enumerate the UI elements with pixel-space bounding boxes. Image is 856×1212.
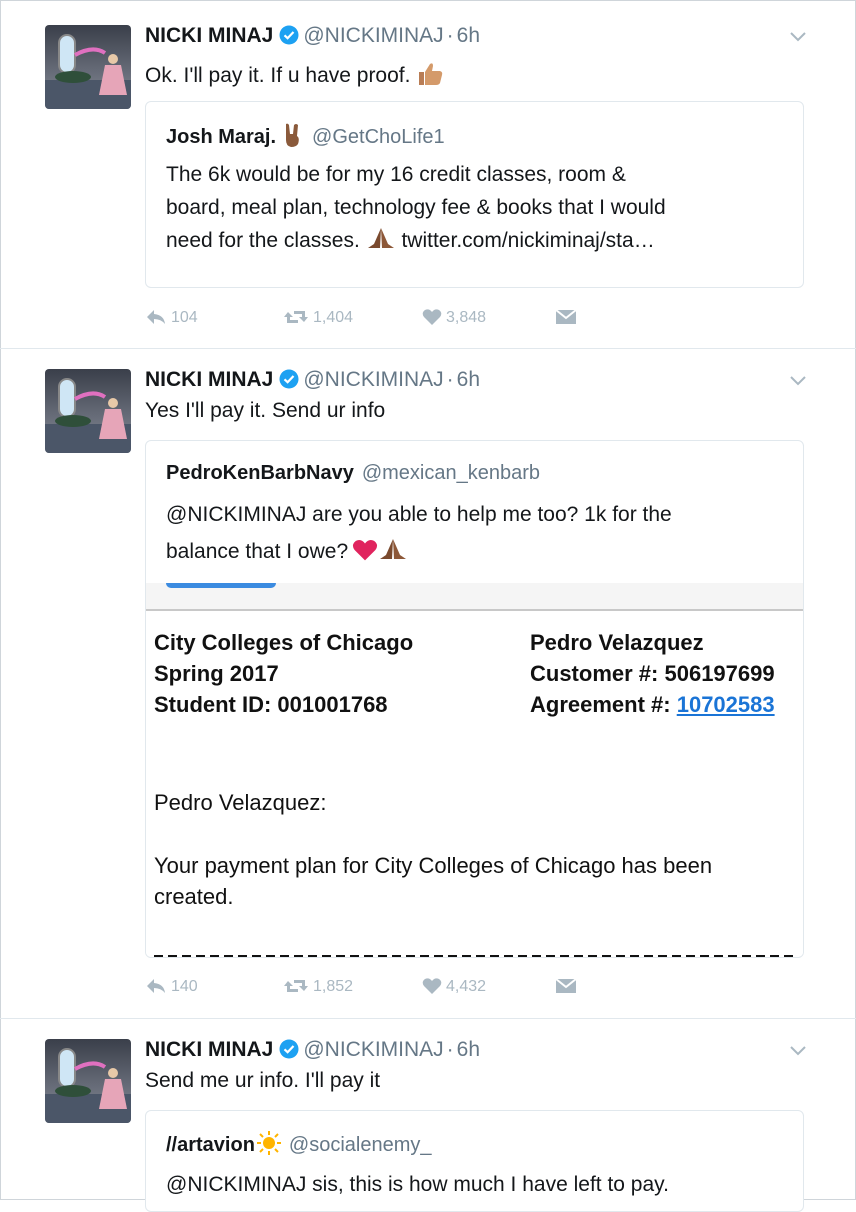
retweet-count: 1,404 — [313, 309, 354, 326]
direct-message-button[interactable] — [555, 977, 581, 996]
document-customer-info: Pedro Velazquez Customer #: 506197699 Ag… — [530, 627, 775, 720]
quoted-tweet[interactable]: PedroKenBarbNavy @mexican_kenbarb @NICKIM… — [145, 440, 804, 958]
heart-icon — [422, 978, 442, 994]
tweet-header: NICKI MINAJ @NICKIMINAJ · 6h — [145, 1038, 480, 1062]
quoted-header: //artavion @socialenemy_ — [166, 1131, 432, 1157]
tweet-header: NICKI MINAJ @NICKIMINAJ · 6h — [145, 24, 480, 48]
sun-icon — [256, 1131, 281, 1155]
quoted-line: balance that I owe? — [166, 540, 349, 563]
red-heart-icon — [353, 540, 378, 561]
customer-number-label: Customer #: — [530, 661, 659, 686]
rock-on-hand-icon — [286, 123, 299, 147]
customer-name: Pedro Velazquez — [530, 630, 704, 655]
author-name[interactable]: NICKI MINAJ — [145, 368, 273, 391]
quoted-header: Josh Maraj. @GetChoLife1 — [166, 122, 445, 149]
like-button[interactable]: 3,848 — [422, 308, 486, 327]
folded-hands-icon — [367, 228, 394, 248]
quoted-tweet[interactable]: //artavion @socialenemy_ @NICKIMINAJ sis,… — [145, 1110, 804, 1212]
retweet-icon — [284, 311, 308, 323]
tweet-actions: 104 1,404 3,848 — [145, 308, 745, 332]
envelope-icon — [555, 978, 577, 993]
reply-count: 140 — [171, 978, 198, 995]
document-greeting: Pedro Velazquez: — [154, 790, 327, 815]
reply-count: 104 — [171, 309, 198, 326]
quoted-line: board, meal plan, technology fee & books… — [166, 196, 666, 219]
document-school-info: City Colleges of Chicago Spring 2017 Stu… — [154, 627, 413, 720]
tweet-actions: 140 1,852 4,432 — [145, 977, 745, 1001]
author-handle[interactable]: @NICKIMINAJ — [303, 24, 443, 47]
like-count: 3,848 — [446, 309, 487, 326]
quoted-author-handle: @socialenemy_ — [288, 1134, 432, 1156]
document-toolbar — [146, 583, 803, 611]
avatar[interactable] — [45, 369, 131, 453]
quoted-author-name: PedroKenBarbNavy — [166, 462, 354, 484]
tweet-text: Ok. I'll pay it. If u have proof. — [145, 61, 444, 88]
tweet-text: Yes I'll pay it. Send ur info — [145, 399, 386, 422]
separator-dot: · — [446, 368, 454, 391]
direct-message-button[interactable] — [555, 308, 581, 327]
retweet-button[interactable]: 1,404 — [283, 308, 353, 327]
tweet[interactable]: NICKI MINAJ @NICKIMINAJ · 6h Send me ur inf… — [0, 1019, 856, 1212]
agreement-number-label: Agreement #: — [530, 692, 671, 717]
quoted-link[interactable]: twitter.com/nickiminaj/sta… — [401, 229, 654, 252]
tweet-text-body: Ok. I'll pay it. If u have proof. — [145, 64, 411, 87]
quoted-line: The 6k would be for my 16 credit classes… — [166, 163, 626, 186]
verified-badge-icon — [279, 1039, 299, 1059]
reply-button[interactable]: 140 — [145, 977, 198, 996]
quoted-author-name: Josh Maraj. — [166, 126, 277, 148]
like-button[interactable]: 4,432 — [422, 977, 486, 996]
quoted-text: The 6k would be for my 16 credit classes… — [166, 158, 786, 257]
author-handle[interactable]: @NICKIMINAJ — [303, 1038, 443, 1061]
timestamp[interactable]: 6h — [457, 24, 480, 47]
quoted-text: @NICKIMINAJ sis, this is how much I have… — [166, 1168, 786, 1201]
tweet[interactable]: NICKI MINAJ @NICKIMINAJ · 6h Yes I'll pay i… — [0, 349, 856, 1019]
retweet-button[interactable]: 1,852 — [283, 977, 353, 996]
quoted-tweet[interactable]: Josh Maraj. @GetChoLife1 The 6k would be … — [145, 101, 804, 288]
quoted-line: @NICKIMINAJ sis, this is how much I have… — [166, 1173, 669, 1196]
retweet-icon — [284, 980, 308, 992]
verified-badge-icon — [279, 25, 299, 45]
timestamp[interactable]: 6h — [457, 1038, 480, 1061]
retweet-count: 1,852 — [313, 978, 354, 995]
quoted-author-handle: @GetChoLife1 — [312, 126, 445, 148]
author-name[interactable]: NICKI MINAJ — [145, 1038, 273, 1061]
quoted-author-name: //artavion — [166, 1134, 255, 1156]
avatar[interactable] — [45, 25, 131, 109]
agreement-number-link: 10702583 — [676, 692, 775, 717]
avatar[interactable] — [45, 1039, 131, 1123]
quoted-line: need for the classes. — [166, 229, 360, 252]
reply-icon — [147, 310, 165, 324]
folded-hands-icon — [380, 539, 407, 559]
school-name: City Colleges of Chicago — [154, 630, 414, 655]
chevron-down-icon[interactable] — [790, 1046, 806, 1056]
envelope-icon — [555, 309, 577, 324]
chevron-down-icon[interactable] — [790, 32, 806, 42]
verified-badge-icon — [279, 369, 299, 389]
quoted-text: @NICKIMINAJ are you able to help me too?… — [166, 496, 786, 570]
document-body: Your payment plan for City Colleges of C… — [154, 853, 713, 909]
quoted-header: PedroKenBarbNavy @mexican_kenbarb — [166, 461, 540, 485]
quoted-line: @NICKIMINAJ are you able to help me too?… — [166, 503, 672, 526]
separator-dot: · — [446, 24, 454, 47]
term: Spring 2017 — [154, 661, 279, 686]
reply-button[interactable]: 104 — [145, 308, 198, 327]
student-id: Student ID: 001001768 — [154, 692, 388, 717]
tweet-text: Send me ur info. I'll pay it — [145, 1069, 381, 1092]
like-count: 4,432 — [446, 978, 487, 995]
customer-number: 506197699 — [664, 661, 775, 686]
quoted-author-handle: @mexican_kenbarb — [361, 462, 541, 484]
document-cut-off-line — [154, 949, 794, 957]
heart-icon — [422, 309, 442, 325]
toolbar-button — [166, 583, 276, 588]
author-handle[interactable]: @NICKIMINAJ — [303, 368, 443, 391]
author-name[interactable]: NICKI MINAJ — [145, 24, 273, 47]
tweet-header: NICKI MINAJ @NICKIMINAJ · 6h — [145, 368, 480, 392]
separator-dot: · — [446, 1038, 454, 1061]
chevron-down-icon[interactable] — [790, 376, 806, 386]
tweet[interactable]: NICKI MINAJ @NICKIMINAJ · 6h Ok. I'll pay i… — [0, 0, 856, 350]
reply-icon — [147, 979, 165, 993]
timestamp[interactable]: 6h — [457, 368, 480, 391]
thumbs-up-icon — [419, 63, 443, 85]
attached-image[interactable]: City Colleges of Chicago Spring 2017 Stu… — [146, 583, 803, 957]
